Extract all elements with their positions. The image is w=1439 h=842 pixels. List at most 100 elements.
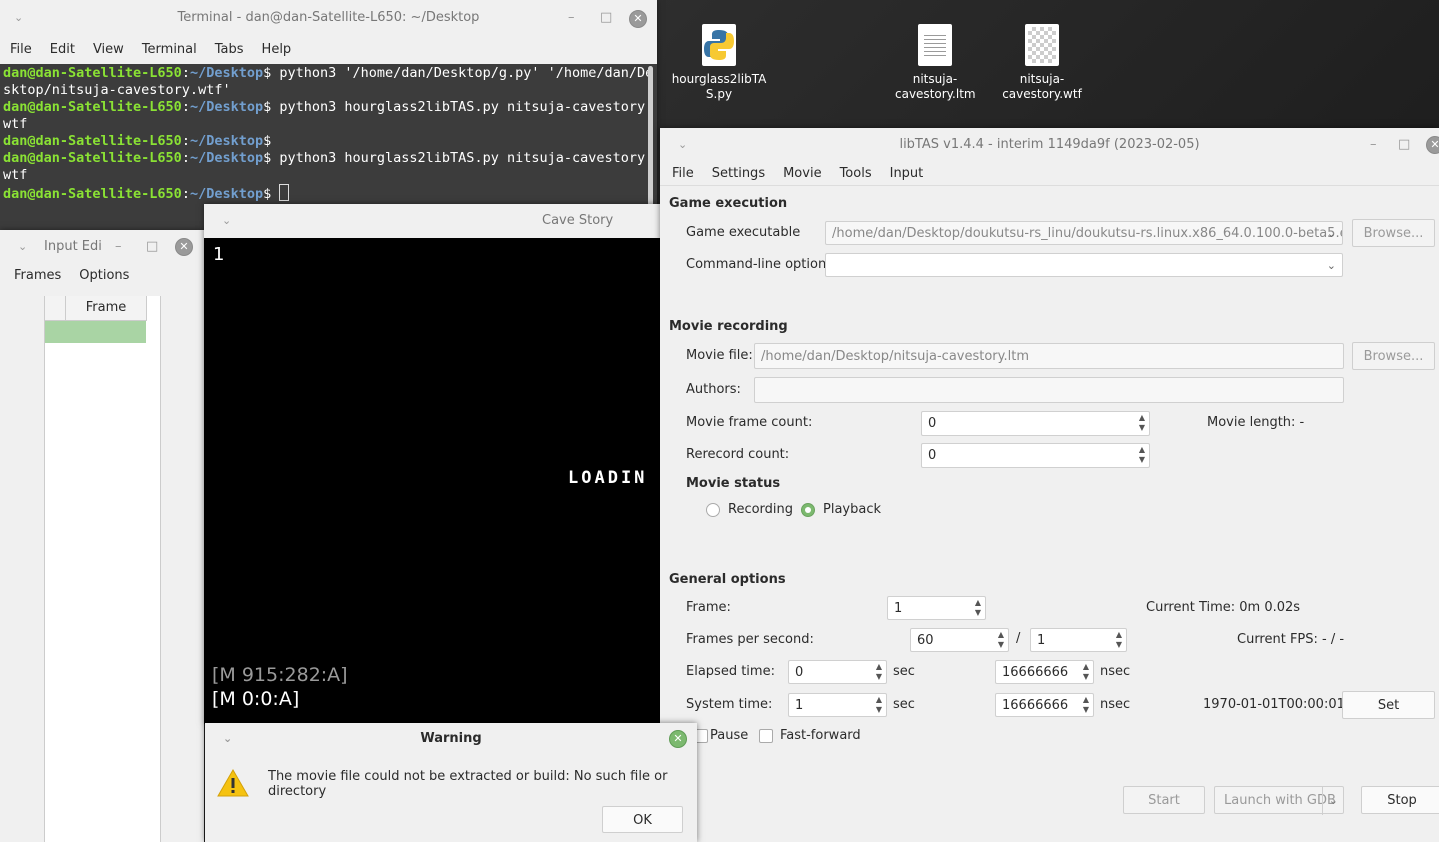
fastforward-label[interactable]: Fast-forward (780, 728, 861, 743)
libtas-window: ⌄ libTAS v1.4.4 - interim 1149da9f (2023… (660, 128, 1439, 842)
elapsed-nsec-spinbox[interactable]: 16666666 ▲ ▼ (995, 660, 1094, 684)
menu-edit[interactable]: Edit (41, 38, 84, 62)
game-titlebar: ⌄ Cave Story (douku (204, 204, 660, 262)
window-menu-icon[interactable]: ⌄ (223, 723, 232, 755)
browse-movie-button[interactable]: Browse... (1352, 342, 1435, 370)
window-menu-icon[interactable]: ⌄ (14, 0, 23, 36)
spin-arrows-icon[interactable]: ▲ ▼ (1083, 662, 1089, 682)
terminal-line: python3 hourglass2libTAS.py nitsuja-cave… (279, 150, 654, 166)
prompt-user: dan@dan-Satellite-L650 (3, 150, 182, 166)
terminal-cursor (279, 184, 290, 201)
loading-text: LOADIN (568, 468, 648, 488)
command-line-combobox[interactable]: ⌄ (825, 253, 1343, 277)
system-sec-spinbox[interactable]: 1 ▲ ▼ (788, 693, 887, 717)
spin-arrows-icon[interactable]: ▲ ▼ (1139, 445, 1145, 465)
system-nsec-value: 16666666 (1002, 698, 1069, 713)
menu-file[interactable]: File (1, 38, 41, 62)
maximize-icon[interactable]: □ (1398, 128, 1410, 162)
elapsed-sec-spinbox[interactable]: 0 ▲ ▼ (788, 660, 887, 684)
minimize-icon[interactable]: – (1370, 128, 1377, 162)
ok-button[interactable]: OK (602, 806, 683, 833)
frame-spinbox[interactable]: 1 ▲ ▼ (887, 596, 986, 620)
close-icon[interactable]: ✕ (669, 730, 687, 748)
playback-label[interactable]: Playback (823, 502, 881, 517)
authors-input[interactable] (754, 377, 1344, 403)
menu-tabs[interactable]: Tabs (206, 38, 253, 62)
menu-help[interactable]: Help (253, 38, 301, 62)
desktop-icon-python[interactable]: hourglass2libTA S.py (669, 24, 769, 102)
menu-movie[interactable]: Movie (774, 162, 830, 186)
prompt-path: ~/Desktop (189, 65, 264, 81)
input-overlay-current: [M 0:0:A] (212, 688, 300, 710)
spin-arrows-icon[interactable]: ▲ ▼ (1116, 630, 1122, 650)
fps-denominator-spinbox[interactable]: 1 ▲ ▼ (1030, 628, 1127, 652)
chevron-down-icon[interactable]: ⌄ (1327, 222, 1336, 244)
text-document-icon (918, 24, 952, 66)
pause-label[interactable]: Pause (710, 728, 748, 743)
spin-arrows-icon[interactable]: ▲ ▼ (1083, 695, 1089, 715)
close-icon[interactable]: ✕ (1426, 136, 1439, 154)
prompt-user: dan@dan-Satellite-L650 (3, 65, 182, 81)
window-menu-icon[interactable]: ⌄ (18, 230, 27, 264)
menu-settings[interactable]: Settings (703, 162, 774, 186)
menu-input[interactable]: Input (881, 162, 933, 186)
spin-arrows-icon[interactable]: ▲ ▼ (876, 662, 882, 682)
menubar-divider (660, 185, 1439, 186)
terminal-window: ⌄ Terminal - dan@dan-Satellite-L650: ~/D… (0, 0, 657, 230)
set-time-button[interactable]: Set (1342, 691, 1435, 719)
elapsed-sec-value: 0 (795, 665, 804, 680)
menu-terminal[interactable]: Terminal (133, 38, 206, 62)
fastforward-checkbox[interactable] (759, 729, 773, 743)
input-editor-title: Input Edi (44, 239, 102, 254)
fps-numerator-spinbox[interactable]: 60 ▲ ▼ (910, 628, 1009, 652)
libtas-titlebar: ⌄ libTAS v1.4.4 - interim 1149da9f (2023… (660, 128, 1439, 162)
menu-file[interactable]: File (663, 162, 703, 186)
desktop-icon-label: nitsuja-cavestory.ltm (895, 72, 976, 101)
menu-frames[interactable]: Frames (5, 264, 70, 288)
menu-tools[interactable]: Tools (831, 162, 881, 186)
system-nsec-spinbox[interactable]: 16666666 ▲ ▼ (995, 693, 1094, 717)
menu-view[interactable]: View (84, 38, 133, 62)
desktop-icon-wtf[interactable]: nitsuja-cavestory.wtf (992, 24, 1092, 102)
menu-options[interactable]: Options (70, 264, 138, 288)
column-header-frame[interactable]: Frame (66, 296, 147, 321)
spin-arrows-icon[interactable]: ▲ ▼ (998, 630, 1004, 650)
terminal-line: python3 '/home/dan/Desktop/g.py' '/home/… (279, 65, 654, 81)
table-row-current[interactable] (45, 321, 146, 343)
chevron-down-icon[interactable]: ⌄ (1327, 254, 1336, 276)
game-executable-combobox[interactable]: /home/dan/Desktop/doukutsu-rs_linu/douku… (825, 221, 1343, 245)
section-movie-recording: Movie recording (669, 319, 788, 334)
rerecord-spinbox[interactable]: 0 ▲ ▼ (921, 443, 1150, 468)
desktop-icon-ltm[interactable]: nitsuja-cavestory.ltm (885, 24, 985, 102)
warning-titlebar: ⌄ Warning ✕ (205, 723, 697, 755)
system-sec-unit: sec (893, 697, 915, 712)
launch-gdb-button[interactable]: Launch with GDB ⌄ (1214, 786, 1344, 815)
movie-status-heading: Movie status (686, 476, 781, 491)
stop-button[interactable]: Stop (1361, 786, 1439, 814)
close-icon[interactable]: ✕ (175, 238, 193, 256)
input-table[interactable]: Frame (44, 296, 161, 842)
browse-executable-button[interactable]: Browse... (1352, 219, 1435, 247)
frame-count-spinbox[interactable]: 0 ▲ ▼ (921, 411, 1150, 436)
chevron-down-icon[interactable]: ⌄ (1321, 787, 1338, 815)
start-button[interactable]: Start (1123, 786, 1205, 814)
maximize-icon[interactable]: □ (146, 230, 158, 264)
fps-separator: / (1016, 631, 1021, 646)
spin-arrows-icon[interactable]: ▲ ▼ (975, 598, 981, 618)
warning-message: The movie file could not be extracted or… (268, 769, 668, 799)
recording-radio[interactable] (706, 503, 720, 517)
playback-radio[interactable] (801, 503, 815, 517)
window-menu-icon[interactable]: ⌄ (222, 204, 231, 238)
minimize-icon[interactable]: – (568, 0, 575, 36)
spin-arrows-icon[interactable]: ▲ ▼ (1139, 413, 1145, 433)
window-menu-icon[interactable]: ⌄ (678, 128, 687, 162)
spin-arrows-icon[interactable]: ▲ ▼ (876, 695, 882, 715)
terminal-scrollbar[interactable] (648, 66, 653, 206)
maximize-icon[interactable]: □ (600, 0, 612, 36)
minimize-icon[interactable]: – (115, 230, 122, 264)
movie-file-input[interactable]: /home/dan/Desktop/nitsuja-cavestory.ltm (754, 343, 1344, 369)
system-nsec-unit: nsec (1100, 697, 1131, 712)
recording-label[interactable]: Recording (728, 502, 793, 517)
game-viewport[interactable]: 1 LOADIN [M 915:282:A] [M 0:0:A] (204, 238, 660, 724)
close-icon[interactable]: ✕ (629, 10, 647, 28)
